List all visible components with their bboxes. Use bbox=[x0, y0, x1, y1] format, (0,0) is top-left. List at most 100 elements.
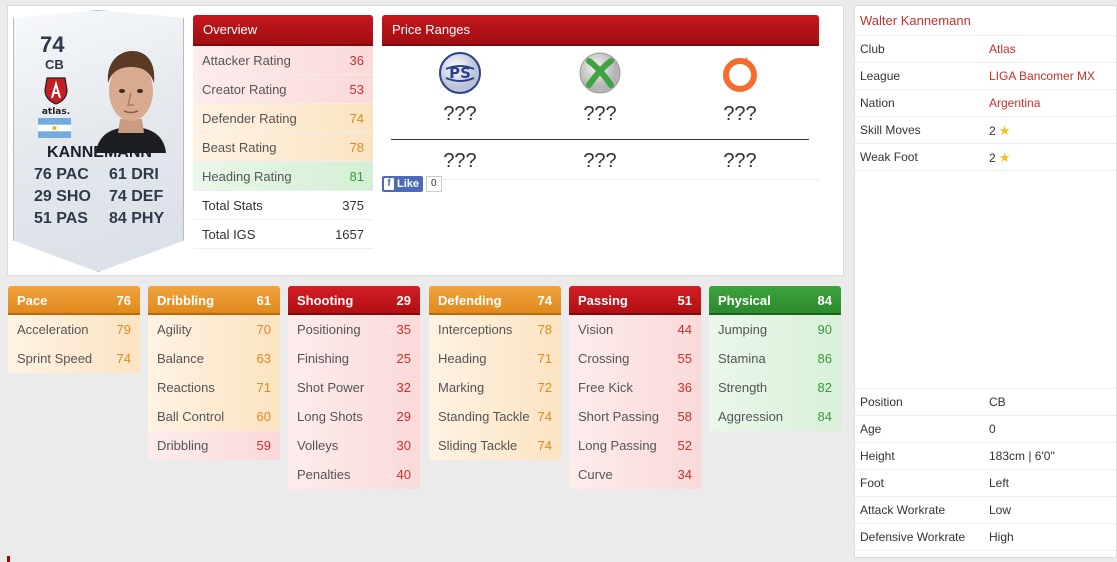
facebook-like-widget: f Like 0 bbox=[382, 176, 442, 192]
attribute-group-name: Passing bbox=[578, 293, 628, 308]
info-row-value: Atlas bbox=[989, 42, 1016, 56]
facebook-icon: f bbox=[384, 178, 394, 190]
attribute-row: Long Passing 52 bbox=[569, 431, 701, 460]
player-card: 74 CB atlas. KANNEMANN 76 PAC 61 DRI 29 … bbox=[13, 10, 184, 272]
attribute-label: Aggression bbox=[718, 409, 784, 424]
attribute-group-value: 51 bbox=[677, 293, 692, 308]
overview-row-label: Heading Rating bbox=[202, 169, 292, 184]
overview-row-value: 74 bbox=[349, 111, 364, 126]
attribute-label: Free Kick bbox=[578, 380, 633, 395]
card-stats: 76 PAC 61 DRI 29 SHO 74 DEF 51 PAS 84 PH… bbox=[34, 166, 184, 232]
info-row-value: 2 bbox=[989, 151, 996, 165]
info-row-club: Club Atlas bbox=[855, 36, 1116, 63]
attribute-group-header: Passing 51 bbox=[569, 286, 701, 315]
info-row-skill-moves: Skill Moves 2 ★ bbox=[855, 117, 1116, 144]
attribute-row: Crossing 55 bbox=[569, 344, 701, 373]
info-row-key: Foot bbox=[860, 476, 885, 490]
info-row-key: Attack Workrate bbox=[860, 503, 946, 517]
attribute-label: Balance bbox=[157, 351, 204, 366]
star-icon: ★ bbox=[998, 150, 1011, 165]
card-stats-row: 29 SHO 74 DEF bbox=[34, 188, 184, 210]
overview-row: Beast Rating 78 bbox=[193, 133, 373, 162]
card-stat-sho: 29 SHO bbox=[34, 188, 91, 205]
info-row-value-wrap[interactable]: Atlas bbox=[989, 36, 1016, 62]
price-divider bbox=[391, 139, 809, 140]
attribute-label: Long Passing bbox=[578, 438, 657, 453]
info-row-key: Defensive Workrate bbox=[860, 530, 966, 544]
info-row-value-wrap: CB bbox=[989, 389, 1006, 415]
attribute-group-header: Pace 76 bbox=[8, 286, 140, 315]
card-stats-row: 51 PAS 84 PHY bbox=[34, 210, 184, 232]
attribute-value: 52 bbox=[677, 438, 692, 453]
card-player-name: KANNEMANN bbox=[47, 144, 152, 161]
attribute-label: Stamina bbox=[718, 351, 766, 366]
svg-text:PS: PS bbox=[449, 64, 471, 82]
attribute-group-name: Pace bbox=[17, 293, 48, 308]
attribute-value: 30 bbox=[396, 438, 411, 453]
info-row-value-wrap: 2 ★ bbox=[989, 117, 1010, 143]
attribute-value: 71 bbox=[537, 351, 552, 366]
attribute-group-dribbling: Dribbling 61 Agility 70 Balance 63 Reactions 71… bbox=[148, 286, 280, 460]
info-row-value-wrap: Left bbox=[989, 470, 1009, 496]
info-row-key: Position bbox=[860, 395, 903, 409]
attribute-row: Sprint Speed 74 bbox=[8, 344, 140, 373]
overview-row: Creator Rating 53 bbox=[193, 75, 373, 104]
attribute-value: 63 bbox=[256, 351, 271, 366]
info-row-value-wrap[interactable]: LIGA Bancomer MX bbox=[989, 63, 1095, 89]
attribute-label: Agility bbox=[157, 322, 192, 337]
info-row-value: 183cm | 6'0" bbox=[989, 449, 1055, 463]
attribute-row: Shot Power 32 bbox=[288, 373, 420, 402]
info-row-key: Age bbox=[860, 422, 882, 436]
info-row-value-wrap[interactable]: Argentina bbox=[989, 90, 1040, 116]
attribute-value: 79 bbox=[116, 322, 131, 337]
overview-row: Attacker Rating 36 bbox=[193, 46, 373, 75]
attribute-row: Ball Control 60 bbox=[148, 402, 280, 431]
attribute-label: Curve bbox=[578, 467, 613, 482]
overview-row-value: 53 bbox=[349, 82, 364, 97]
info-row-height: Height 183cm | 6'0" bbox=[855, 443, 1116, 470]
attribute-value: 78 bbox=[537, 322, 552, 337]
card-stat-pac: 76 PAC bbox=[34, 166, 89, 183]
card-position: CB bbox=[45, 57, 64, 72]
attribute-row: Aggression 84 bbox=[709, 402, 841, 431]
overview-row-value: 81 bbox=[349, 169, 364, 184]
info-row-age: Age 0 bbox=[855, 416, 1116, 443]
attribute-row: Heading 71 bbox=[429, 344, 561, 373]
attribute-label: Crossing bbox=[578, 351, 630, 366]
info-row-value: CB bbox=[989, 395, 1006, 409]
attribute-label: Sprint Speed bbox=[17, 351, 93, 366]
info-row-nation: Nation Argentina bbox=[855, 90, 1116, 117]
info-row-value: High bbox=[989, 530, 1014, 544]
attribute-row: Marking 72 bbox=[429, 373, 561, 402]
attribute-row: Agility 70 bbox=[148, 315, 280, 344]
attribute-group-physical: Physical 84 Jumping 90 Stamina 86 Strength 82 Ag… bbox=[709, 286, 841, 431]
attribute-group-defending: Defending 74 Interceptions 78 Heading 71 Marki… bbox=[429, 286, 561, 460]
attribute-value: 36 bbox=[677, 380, 692, 395]
attribute-row: Positioning 35 bbox=[288, 315, 420, 344]
attribute-group-value: 29 bbox=[396, 293, 411, 308]
attribute-label: Ball Control bbox=[157, 409, 225, 424]
facebook-like-button[interactable]: f Like bbox=[382, 176, 424, 192]
info-row-value: 2 bbox=[989, 124, 996, 138]
attribute-row: Curve 34 bbox=[569, 460, 701, 489]
info-row-foot: Foot Left bbox=[855, 470, 1116, 497]
attribute-label: Dribbling bbox=[157, 438, 209, 453]
attribute-group-value: 74 bbox=[537, 293, 552, 308]
attribute-group-shooting: Shooting 29 Positioning 35 Finishing 25 Shot P… bbox=[288, 286, 420, 489]
price-xbox-top: ??? bbox=[583, 103, 617, 125]
attribute-value: 74 bbox=[537, 438, 552, 453]
card-stat-def: 74 DEF bbox=[109, 188, 164, 205]
attribute-label: Positioning bbox=[297, 322, 361, 337]
attribute-value: 34 bbox=[677, 467, 692, 482]
overview-section: Overview Attacker Rating 36 Creator Rating… bbox=[193, 15, 373, 249]
xbox-icon bbox=[579, 52, 621, 94]
attribute-row: Jumping 90 bbox=[709, 315, 841, 344]
overview-row-label: Beast Rating bbox=[202, 140, 277, 155]
attribute-row: Strength 82 bbox=[709, 373, 841, 402]
attribute-row: Sliding Tackle 74 bbox=[429, 431, 561, 460]
info-row-key: Club bbox=[860, 42, 885, 56]
attribute-value: 74 bbox=[116, 351, 131, 366]
info-row-value: Low bbox=[989, 503, 1012, 517]
attribute-value: 25 bbox=[396, 351, 411, 366]
price-col-xbox: ??? bbox=[550, 51, 650, 130]
